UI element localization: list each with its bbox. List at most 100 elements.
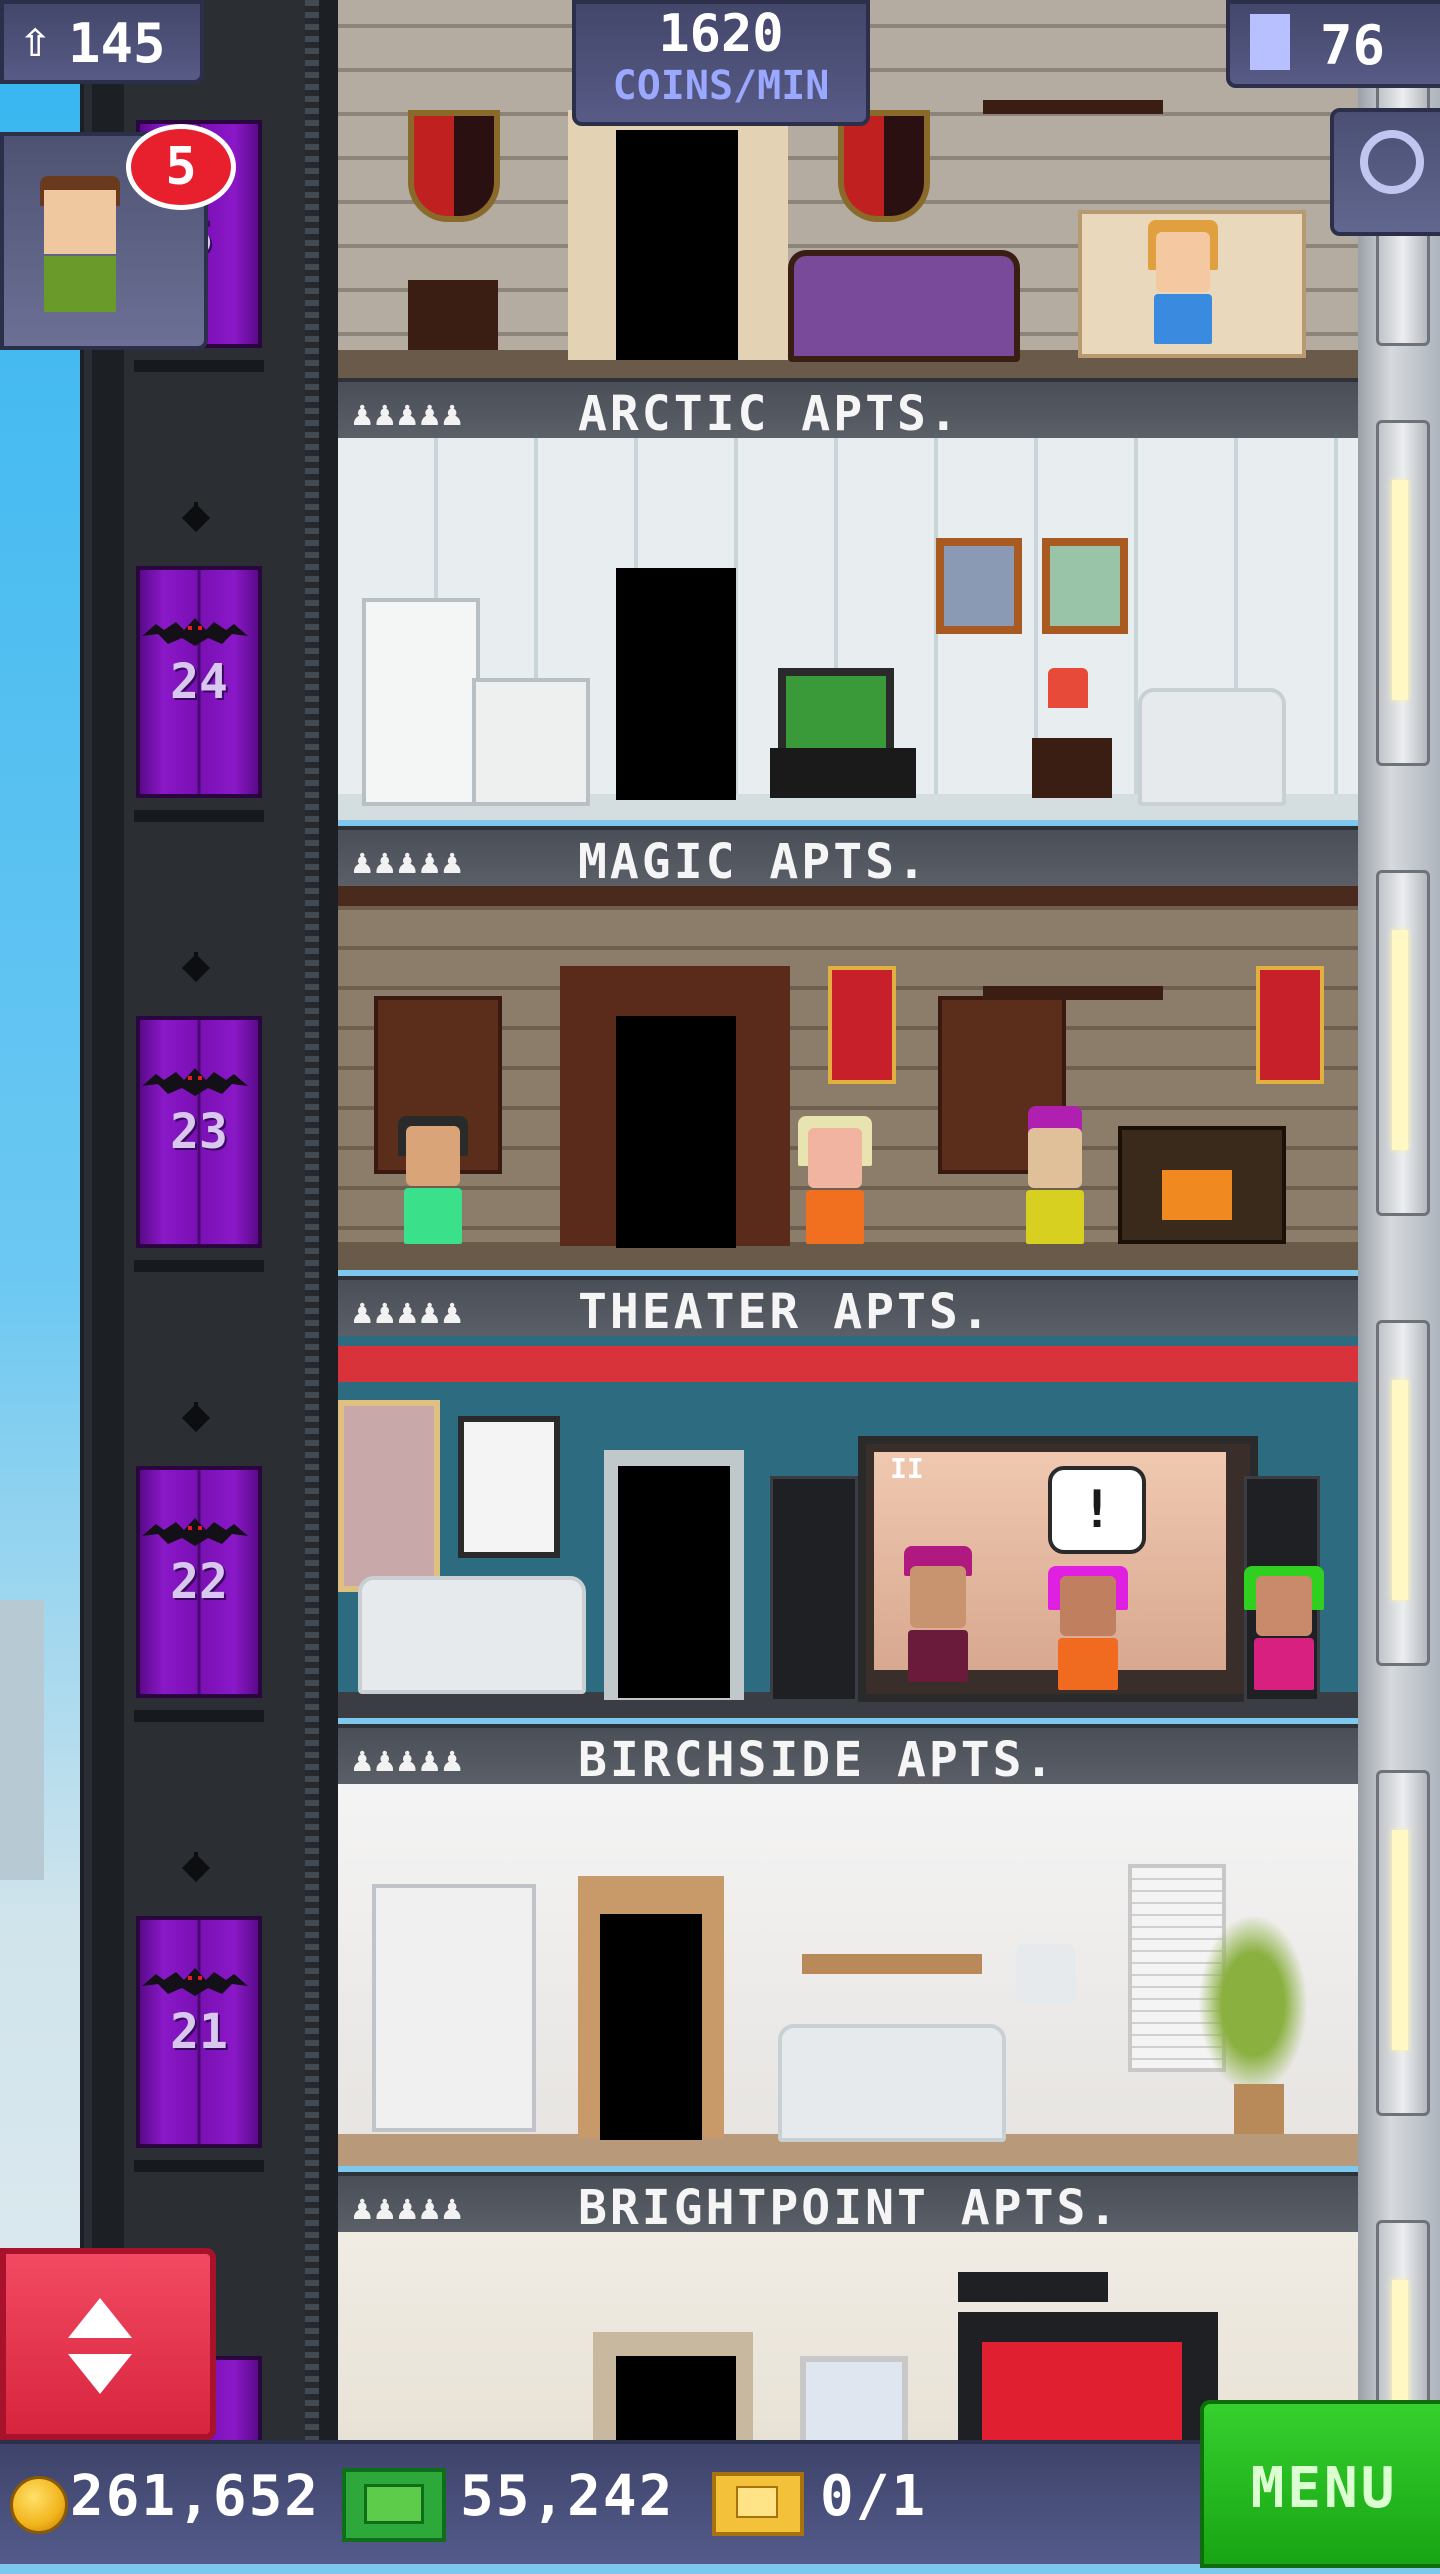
- resident-person[interactable]: [1148, 220, 1218, 360]
- stove: [472, 678, 590, 806]
- room-door[interactable]: [616, 1016, 736, 1248]
- coins-per-minute[interactable]: 1620 COINS/MIN: [572, 0, 870, 126]
- room-door[interactable]: [616, 2356, 736, 2440]
- picture-frame: [1042, 538, 1128, 634]
- room-door[interactable]: [618, 1466, 730, 1698]
- coins-value: 261,652: [70, 2464, 321, 2529]
- up-arrow-icon: [68, 2298, 132, 2338]
- lamp-icon: [1048, 668, 1088, 708]
- floor-label-birchside[interactable]: ♟♟♟♟♟ BIRCHSIDE APTS.: [338, 1724, 1358, 1792]
- elevator-rail: [84, 0, 92, 2440]
- tv-stand: [770, 748, 916, 798]
- floor-name: MAGIC APTS.: [578, 834, 929, 890]
- pause-icon[interactable]: II: [890, 1452, 924, 1485]
- floor-name: THEATER APTS.: [578, 1284, 993, 1340]
- arcade-machine: [958, 2312, 1218, 2440]
- resident-person[interactable]: [398, 1116, 468, 1256]
- coin-icon: [10, 2476, 68, 2534]
- elevator-floor-number: 22: [170, 1554, 228, 1610]
- picture-frame: [936, 538, 1022, 634]
- ceiling-beam: [338, 886, 1358, 906]
- bat-icon: [142, 1966, 248, 2000]
- plant-icon: [1198, 1914, 1308, 2094]
- floor-birchside[interactable]: [338, 1784, 1358, 2166]
- elevator-cable: [305, 0, 319, 2440]
- wall-shelf: [802, 1954, 982, 1974]
- floor-magic[interactable]: [338, 886, 1358, 1270]
- chandelier-icon: [983, 926, 1163, 1000]
- poster: [458, 1416, 560, 1558]
- population-counter[interactable]: ⇧ 145: [0, 0, 204, 84]
- elevator-floor-number: 23: [170, 1104, 228, 1160]
- bookshelf: [372, 1884, 536, 2132]
- sofa: [358, 1576, 586, 1694]
- resident-person[interactable]: [1244, 1566, 1324, 1696]
- speech-bubble[interactable]: !: [1048, 1466, 1146, 1554]
- floor-label-magic[interactable]: ♟♟♟♟♟ MAGIC APTS.: [338, 826, 1358, 894]
- purple-sofa: [788, 250, 1020, 362]
- window-light: [1392, 480, 1408, 700]
- shaft-divider: [134, 1260, 264, 1272]
- elevator-floor-number: 21: [170, 2004, 228, 2060]
- room-door[interactable]: [616, 130, 738, 360]
- elevator-floor-number: 24: [170, 654, 228, 710]
- ticket-icon[interactable]: [712, 2472, 804, 2536]
- tickets-value: 0/1: [820, 2464, 928, 2529]
- bat-icon: [142, 1516, 248, 1550]
- floor-label-arctic[interactable]: ♟♟♟♟♟ ARCTIC APTS.: [338, 378, 1358, 446]
- floors-counter[interactable]: 76: [1226, 0, 1440, 88]
- resident-person[interactable]: [1018, 1106, 1092, 1256]
- shaft-divider: [134, 2160, 264, 2172]
- coins-rate-unit: COINS/MIN: [612, 63, 830, 109]
- resident-person[interactable]: [798, 1116, 872, 1256]
- side-table: [408, 280, 498, 350]
- elevator-updown-button[interactable]: [0, 2248, 216, 2440]
- armchair: [1138, 688, 1286, 806]
- building-icon: [1250, 14, 1290, 70]
- floor-label-brightpoint[interactable]: ♟♟♟♟♟ BRIGHTPOINT APTS.: [338, 2172, 1358, 2240]
- picture-frame: [800, 2356, 908, 2440]
- bux-icon[interactable]: [342, 2468, 446, 2542]
- bat-icon: [142, 1066, 248, 1100]
- window-light: [1392, 1830, 1408, 2050]
- fridge: [362, 598, 480, 806]
- population-value: 145: [68, 12, 166, 75]
- banner-icon: [828, 966, 896, 1084]
- residents-icon: ♟♟♟♟♟: [352, 842, 465, 882]
- floor-name: BIRCHSIDE APTS.: [578, 1732, 1057, 1788]
- resident-person[interactable]: [1048, 1566, 1128, 1696]
- floor-label-theater[interactable]: ♟♟♟♟♟ THEATER APTS.: [338, 1276, 1358, 1344]
- residents-icon: ♟♟♟♟♟: [352, 2188, 465, 2228]
- lamp-icon: [1016, 1944, 1076, 2004]
- poster: [338, 1400, 440, 1592]
- resident-person[interactable]: [898, 1526, 978, 1686]
- shaft-divider: [134, 360, 264, 372]
- room-door[interactable]: [616, 568, 736, 800]
- fireplace: [1118, 1126, 1286, 1244]
- notification-badge: 5: [126, 124, 236, 210]
- floor-name: BRIGHTPOINT APTS.: [578, 2180, 1121, 2236]
- side-table: [1032, 738, 1112, 798]
- zoom-button[interactable]: [1330, 108, 1440, 236]
- floor-theater[interactable]: II !: [338, 1336, 1358, 1718]
- distant-building: [0, 1600, 44, 1880]
- shaft-divider: [134, 810, 264, 822]
- sofa: [778, 2024, 1006, 2142]
- tv-top: [958, 2272, 1108, 2302]
- residents-icon: ♟♟♟♟♟: [352, 1292, 465, 1332]
- window-light: [1392, 930, 1408, 1150]
- shaft-divider: [134, 1710, 264, 1722]
- shield-icon: [408, 110, 500, 222]
- bux-value: 55,242: [460, 2464, 675, 2529]
- floors-count-value: 76: [1320, 14, 1386, 77]
- residents-icon: ♟♟♟♟♟: [352, 394, 465, 434]
- person-up-icon: ⇧: [20, 10, 51, 68]
- menu-button[interactable]: MENU: [1200, 2400, 1440, 2568]
- bat-icon: [142, 616, 248, 650]
- floor-name: ARCTIC APTS.: [578, 386, 961, 442]
- banner-icon: [1256, 966, 1324, 1084]
- floor-arctic[interactable]: [338, 438, 1358, 820]
- shield-icon: [838, 110, 930, 222]
- residents-icon: ♟♟♟♟♟: [352, 1740, 465, 1780]
- room-door[interactable]: [600, 1914, 702, 2140]
